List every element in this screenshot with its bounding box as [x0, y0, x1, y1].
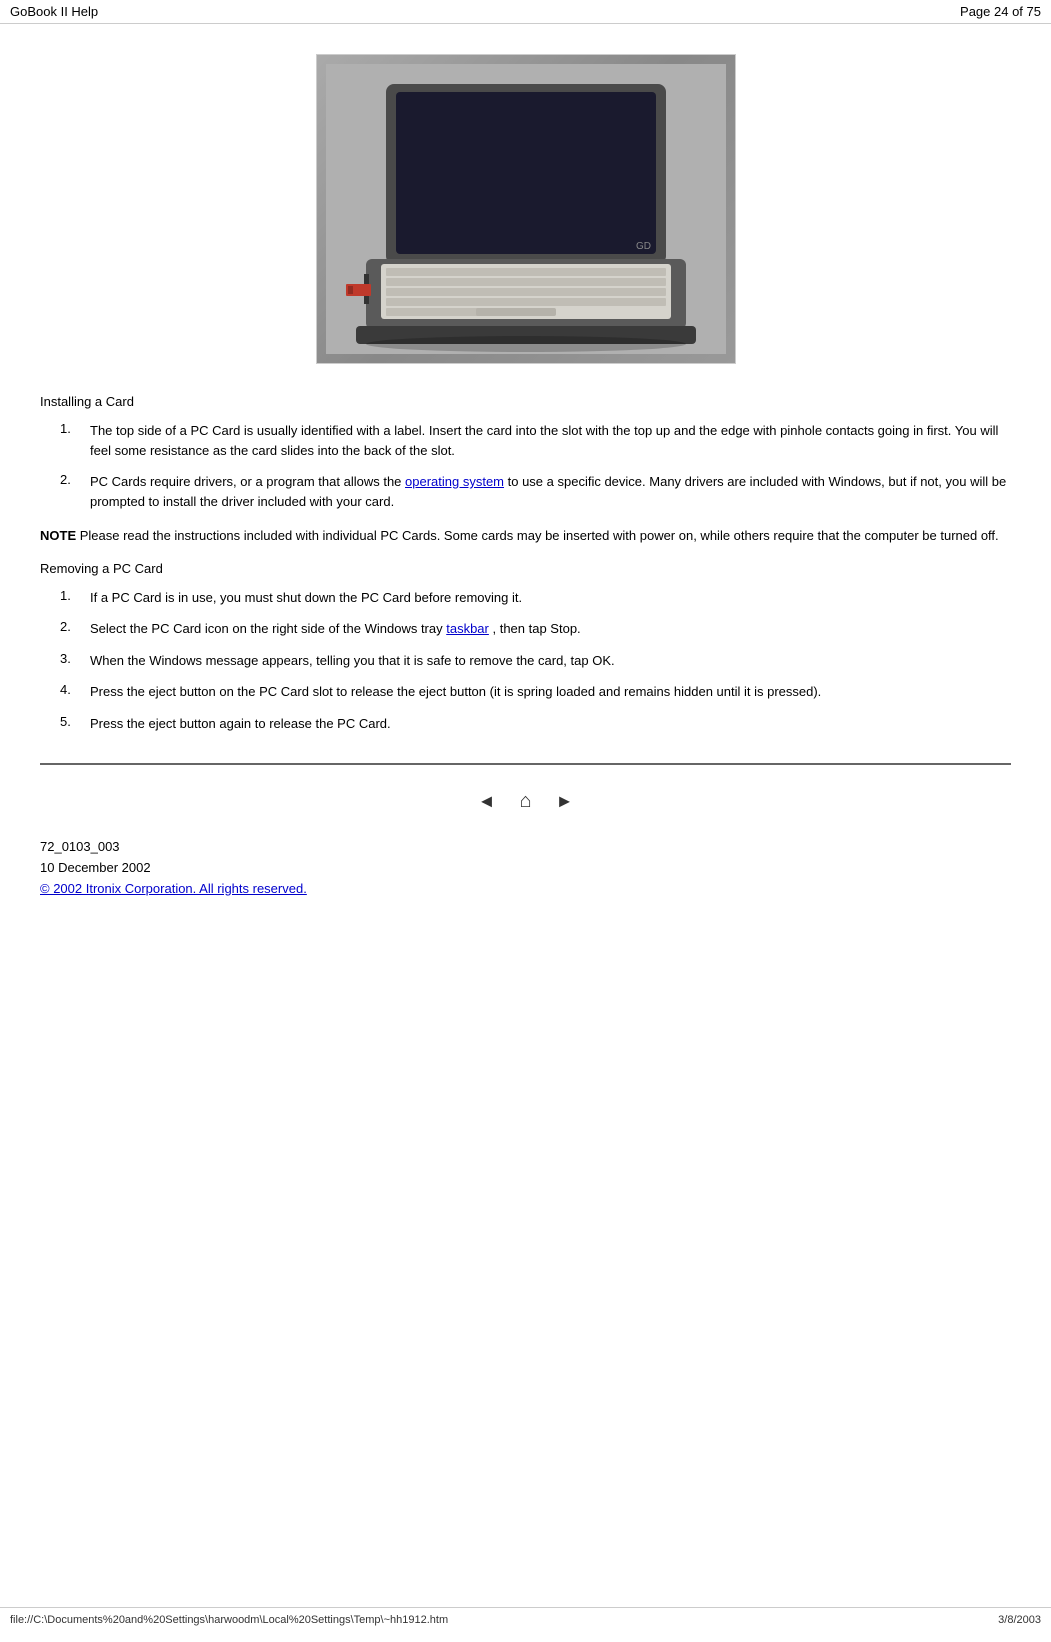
nav-buttons: ◄ ⌂ ► — [40, 785, 1011, 817]
installing-heading: Installing a Card — [40, 394, 1011, 409]
removing-heading: Removing a PC Card — [40, 561, 1011, 576]
list-text: The top side of a PC Card is usually ide… — [90, 421, 1011, 460]
note-block: NOTE Please read the instructions includ… — [40, 526, 1011, 546]
text-after: , then tap Stop. — [489, 621, 581, 636]
home-button[interactable]: ⌂ — [510, 785, 542, 817]
list-item: 1. The top side of a PC Card is usually … — [40, 421, 1011, 460]
operating-system-link[interactable]: operating system — [405, 474, 504, 489]
doc-id: 72_0103_003 — [40, 837, 1011, 858]
footer-bottom: file://C:\Documents%20and%20Settings\har… — [0, 1607, 1051, 1632]
list-number: 4. — [60, 682, 90, 702]
note-text: Please read the instructions included wi… — [76, 528, 999, 543]
copyright: © 2002 Itronix Corporation. All rights r… — [40, 879, 1011, 900]
list-text: Select the PC Card icon on the right sid… — [90, 619, 581, 639]
list-text: Press the eject button on the PC Card sl… — [90, 682, 821, 702]
list-text: If a PC Card is in use, you must shut do… — [90, 588, 522, 608]
laptop-image-container: GD — [40, 54, 1011, 364]
prev-button[interactable]: ◄ — [472, 786, 502, 816]
file-date: 3/8/2003 — [998, 1614, 1041, 1626]
removing-list: 1. If a PC Card is in use, you must shut… — [40, 588, 1011, 734]
installing-list: 1. The top side of a PC Card is usually … — [40, 421, 1011, 511]
list-item: 2. PC Cards require drivers, or a progra… — [40, 472, 1011, 511]
list-text: When the Windows message appears, tellin… — [90, 651, 615, 671]
laptop-svg: GD — [326, 64, 726, 354]
list-number: 2. — [60, 472, 90, 511]
list-text: Press the eject button again to release … — [90, 714, 391, 734]
taskbar-link[interactable]: taskbar — [446, 621, 489, 636]
list-number: 1. — [60, 421, 90, 460]
list-item: 5. Press the eject button again to relea… — [40, 714, 1011, 734]
doc-date: 10 December 2002 — [40, 858, 1011, 879]
page-number: Page 24 of 75 — [960, 4, 1041, 19]
main-content: GD Installing a Card 1. The top side of … — [0, 24, 1051, 949]
app-title: GoBook II Help — [10, 4, 98, 19]
list-number: 1. — [60, 588, 90, 608]
list-item: 4. Press the eject button on the PC Card… — [40, 682, 1011, 702]
list-item: 1. If a PC Card is in use, you must shut… — [40, 588, 1011, 608]
svg-text:GD: GD — [636, 241, 651, 252]
content-divider — [40, 763, 1011, 765]
list-number: 3. — [60, 651, 90, 671]
text-before: Select the PC Card icon on the right sid… — [90, 621, 446, 636]
text-before: PC Cards require drivers, or a program t… — [90, 474, 405, 489]
list-number: 2. — [60, 619, 90, 639]
page-header: GoBook II Help Page 24 of 75 — [0, 0, 1051, 24]
footer-info: 72_0103_003 10 December 2002 © 2002 Itro… — [40, 837, 1011, 899]
list-text: PC Cards require drivers, or a program t… — [90, 472, 1011, 511]
copyright-link[interactable]: © 2002 Itronix Corporation. All rights r… — [40, 881, 307, 896]
laptop-image: GD — [316, 54, 736, 364]
list-number: 5. — [60, 714, 90, 734]
note-label: NOTE — [40, 528, 76, 543]
list-item: 3. When the Windows message appears, tel… — [40, 651, 1011, 671]
next-button[interactable]: ► — [550, 786, 580, 816]
list-item: 2. Select the PC Card icon on the right … — [40, 619, 1011, 639]
file-path: file://C:\Documents%20and%20Settings\har… — [10, 1614, 448, 1626]
